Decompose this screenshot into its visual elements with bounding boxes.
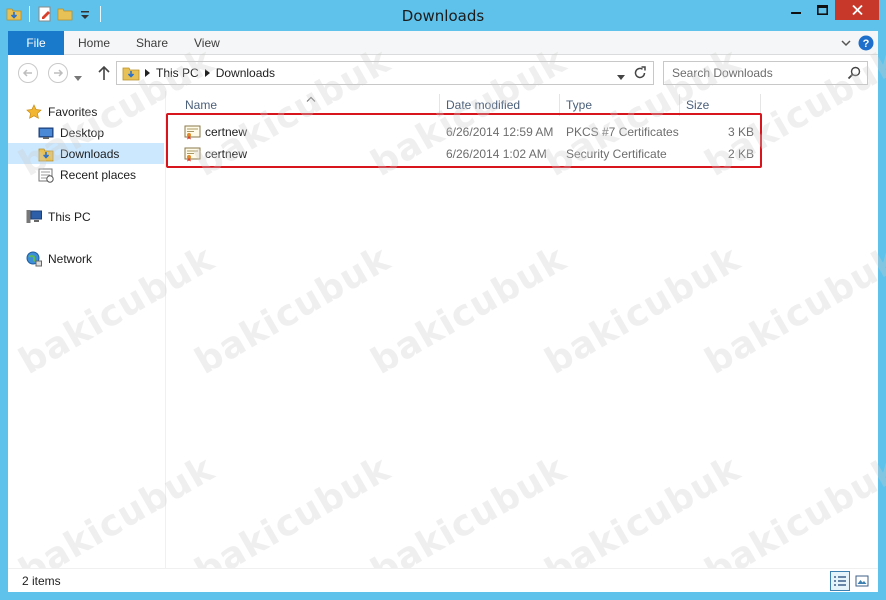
large-icons-view-icon: [855, 575, 869, 587]
minimize-button[interactable]: [783, 0, 809, 20]
view-switcher: [830, 571, 872, 591]
title-bar: Downloads: [0, 0, 886, 31]
nav-recent-places[interactable]: Recent places: [8, 164, 164, 185]
recent-locations-icon[interactable]: [74, 71, 82, 85]
expand-ribbon-icon[interactable]: [840, 37, 852, 52]
nav-network[interactable]: Network: [8, 248, 164, 269]
search-input[interactable]: [672, 66, 842, 80]
minimize-icon: [791, 12, 801, 14]
explorer-window: Downloads File Home Share View ? This PC…: [0, 0, 886, 600]
back-button[interactable]: [18, 63, 38, 83]
address-dropdown-icon[interactable]: [617, 70, 625, 84]
up-arrow-icon: [98, 65, 110, 80]
file-list-pane: Name Date modified Type Size certnew 6/2…: [166, 91, 878, 568]
breadcrumb-downloads[interactable]: Downloads: [216, 66, 275, 80]
ribbon-right-controls: ?: [840, 35, 874, 54]
close-button[interactable]: [835, 0, 879, 20]
svg-text:?: ?: [863, 38, 870, 50]
large-icons-view-button[interactable]: [852, 571, 872, 591]
nav-network-label: Network: [48, 251, 93, 266]
chevron-right-icon[interactable]: [145, 69, 150, 77]
star-icon: [26, 103, 42, 120]
network-globe-icon: [26, 251, 42, 267]
search-icon[interactable]: [847, 66, 861, 83]
main-area: Favorites Desktop Downloads Recent place…: [8, 91, 878, 568]
recent-places-icon: [38, 167, 54, 183]
tab-file[interactable]: File: [8, 31, 64, 55]
tab-share[interactable]: Share: [136, 31, 168, 55]
nav-desktop[interactable]: Desktop: [8, 122, 164, 143]
nav-recent-label: Recent places: [60, 167, 137, 182]
downloads-folder-icon: [38, 146, 54, 162]
forward-button[interactable]: [48, 63, 68, 83]
nav-favorites-label: Favorites: [48, 104, 98, 119]
item-count: 2 items: [22, 574, 61, 588]
help-icon[interactable]: ?: [858, 35, 874, 54]
window-controls: [783, 0, 879, 20]
computer-icon: [26, 209, 42, 225]
forward-arrow-icon: [54, 69, 64, 77]
navigation-pane: Favorites Desktop Downloads Recent place…: [8, 91, 166, 568]
refresh-icon[interactable]: [633, 66, 647, 83]
breadcrumb-this-pc[interactable]: This PC: [156, 66, 199, 80]
details-view-button[interactable]: [830, 571, 850, 591]
nav-downloads[interactable]: Downloads: [8, 143, 164, 164]
nav-this-pc[interactable]: This PC: [8, 206, 164, 227]
tab-view[interactable]: View: [194, 31, 220, 55]
sort-ascending-icon: [306, 91, 316, 105]
back-arrow-icon: [22, 69, 32, 77]
maximize-button[interactable]: [809, 0, 835, 20]
search-box[interactable]: [663, 61, 868, 85]
downloads-folder-icon: [122, 65, 140, 84]
nav-downloads-label: Downloads: [60, 146, 120, 161]
status-bar: 2 items: [8, 568, 878, 592]
nav-desktop-label: Desktop: [60, 125, 105, 140]
close-icon: [851, 5, 863, 15]
details-view-icon: [834, 576, 846, 586]
window-title: Downloads: [401, 7, 485, 25]
chevron-right-icon[interactable]: [204, 69, 210, 77]
nav-favorites[interactable]: Favorites: [26, 101, 164, 122]
desktop-icon: [38, 125, 54, 141]
tab-home[interactable]: Home: [78, 31, 110, 55]
breadcrumb: This PC Downloads: [145, 66, 275, 80]
address-bar[interactable]: This PC Downloads: [116, 61, 654, 85]
nav-this-pc-label: This PC: [48, 209, 91, 224]
annotation-highlight-box: [166, 113, 762, 168]
address-row: This PC Downloads: [8, 55, 878, 91]
ribbon-tabs: File Home Share View ?: [8, 31, 878, 55]
maximize-icon: [816, 5, 828, 15]
up-button[interactable]: [96, 64, 112, 82]
